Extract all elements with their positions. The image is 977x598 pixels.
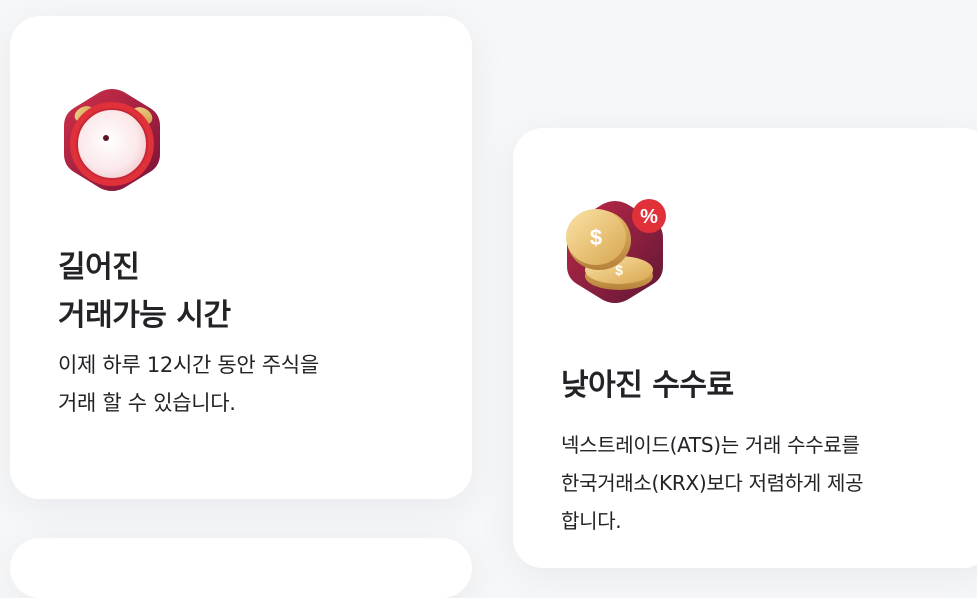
feature-description-line: 합니다. — [561, 509, 622, 533]
coins-percent-icon: $ $ % — [559, 196, 671, 308]
svg-text:$: $ — [590, 225, 602, 250]
feature-description: 넥스트레이드(ATS)는 거래 수수료를 한국거래소(KRX)보다 저렴하게 제… — [561, 426, 945, 540]
feature-title-line: 거래가능 시간 — [58, 298, 231, 333]
feature-description-line: 이제 하루 12시간 동안 주식을 — [58, 353, 319, 377]
svg-text:%: % — [640, 206, 658, 228]
feature-title-line: 길어진 — [58, 250, 140, 285]
feature-title-line: 낮아진 수수료 — [561, 368, 734, 403]
feature-card-trading-hours: 길어진 거래가능 시간 이제 하루 12시간 동안 주식을 거래 할 수 있습니… — [10, 16, 472, 499]
feature-title: 낮아진 수수료 — [561, 362, 945, 410]
feature-title: 길어진 거래가능 시간 — [58, 244, 424, 340]
feature-card-partial — [10, 538, 472, 598]
alarm-clock-icon — [56, 84, 168, 196]
feature-description-line: 넥스트레이드(ATS)는 거래 수수료를 — [561, 433, 860, 457]
feature-description-line: 거래 할 수 있습니다. — [58, 391, 236, 415]
feature-card-low-fees: $ $ % 낮아진 수수료 넥스트레이드(ATS)는 거래 수수료를 한국거래소… — [513, 128, 977, 568]
feature-description: 이제 하루 12시간 동안 주식을 거래 할 수 있습니다. — [58, 346, 424, 422]
feature-description-line: 한국거래소(KRX)보다 저렴하게 제공 — [561, 471, 864, 495]
